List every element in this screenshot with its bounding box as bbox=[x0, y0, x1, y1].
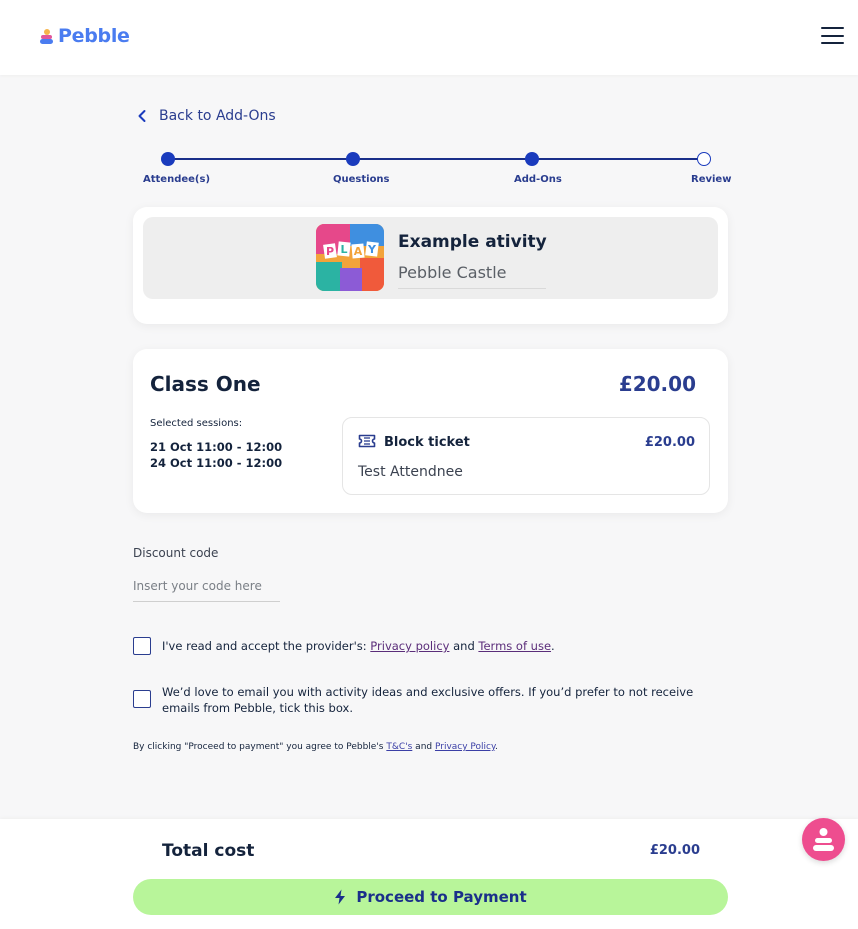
discount-code-input[interactable] bbox=[133, 571, 280, 602]
thumb-letter-3: A bbox=[354, 245, 363, 258]
pebble-tcs-link[interactable]: T&C's bbox=[386, 742, 412, 752]
activity-title: Example ativity bbox=[398, 232, 547, 252]
legal-suffix: . bbox=[495, 742, 498, 752]
class-booking-card: Class One £20.00 Selected sessions: 21 O… bbox=[133, 349, 728, 513]
lightning-bolt-icon bbox=[335, 889, 346, 905]
ticket-icon bbox=[358, 434, 376, 448]
marketing-optout-checkbox[interactable] bbox=[133, 690, 151, 708]
class-price: £20.00 bbox=[618, 372, 696, 396]
terms-consent-text: I've read and accept the provider's: Pri… bbox=[162, 638, 555, 654]
person-icon bbox=[813, 828, 834, 851]
step-dot-review bbox=[697, 152, 711, 166]
terms-and: and bbox=[449, 639, 479, 653]
hamburger-menu-icon[interactable] bbox=[821, 27, 845, 47]
back-link-label: Back to Add-Ons bbox=[159, 108, 276, 124]
ticket-summary: Block ticket £20.00 Test Attendnee bbox=[342, 417, 710, 495]
activity-summary: P L A Y Example ativity Pebble Castle bbox=[143, 217, 718, 299]
back-to-addons-link[interactable]: Back to Add-Ons bbox=[136, 108, 276, 124]
legal-prefix: By clicking "Proceed to payment" you agr… bbox=[133, 742, 387, 752]
class-name: Class One bbox=[150, 372, 261, 396]
ticket-attendee: Test Attendnee bbox=[358, 464, 463, 480]
session-item: 21 Oct 11:00 - 12:00 bbox=[150, 440, 283, 454]
total-cost-label: Total cost bbox=[162, 841, 255, 861]
discount-code-label: Discount code bbox=[133, 546, 219, 560]
total-cost-value: £20.00 bbox=[649, 843, 700, 858]
terms-suffix: . bbox=[551, 639, 555, 653]
top-header: Pebble bbox=[0, 0, 858, 75]
activity-venue: Pebble Castle bbox=[398, 263, 507, 282]
activity-card: P L A Y Example ativity Pebble Castle bbox=[133, 207, 728, 324]
ticket-price: £20.00 bbox=[644, 435, 695, 450]
chevron-left-icon bbox=[138, 110, 146, 122]
step-dot-addons[interactable] bbox=[525, 152, 539, 166]
provider-terms-of-use-link[interactable]: Terms of use bbox=[478, 639, 551, 653]
ticket-name: Block ticket bbox=[384, 435, 470, 450]
checkout-footer: Total cost £20.00 Proceed to Payment bbox=[0, 819, 858, 929]
step-label-review: Review bbox=[691, 174, 732, 185]
pebble-logo[interactable]: Pebble bbox=[40, 25, 130, 47]
thumb-letter-1: P bbox=[326, 245, 334, 258]
chat-support-button[interactable] bbox=[802, 818, 845, 861]
pebble-privacy-policy-link[interactable]: Privacy Policy bbox=[435, 742, 495, 752]
pebble-logo-icon bbox=[40, 27, 54, 45]
provider-privacy-policy-link[interactable]: Privacy policy bbox=[370, 639, 449, 653]
legal-and: and bbox=[412, 742, 435, 752]
proceed-button-label: Proceed to Payment bbox=[356, 888, 527, 906]
stepper-line bbox=[168, 158, 703, 160]
thumb-letter-4: Y bbox=[367, 243, 377, 256]
step-dot-attendees[interactable] bbox=[161, 152, 175, 166]
marketing-consent-text: We’d love to email you with activity ide… bbox=[162, 685, 694, 715]
step-label-addons[interactable]: Add-Ons bbox=[514, 174, 562, 185]
thumb-letter-2: L bbox=[340, 243, 347, 256]
step-dot-questions[interactable] bbox=[346, 152, 360, 166]
activity-thumbnail: P L A Y bbox=[316, 224, 384, 291]
step-label-attendees[interactable]: Attendee(s) bbox=[143, 174, 210, 185]
terms-prefix: I've read and accept the provider's: bbox=[162, 639, 371, 653]
brand-name: Pebble bbox=[58, 25, 130, 47]
step-label-questions[interactable]: Questions bbox=[333, 174, 390, 185]
checkout-stepper: Attendee(s) Questions Add-Ons Review bbox=[140, 150, 735, 190]
sessions-label: Selected sessions: bbox=[150, 418, 243, 429]
proceed-to-payment-button[interactable]: Proceed to Payment bbox=[133, 879, 728, 915]
venue-divider bbox=[398, 288, 546, 289]
session-item: 24 Oct 11:00 - 12:00 bbox=[150, 456, 283, 470]
legal-notice: By clicking "Proceed to payment" you agr… bbox=[133, 742, 498, 752]
terms-checkbox[interactable] bbox=[133, 637, 151, 655]
